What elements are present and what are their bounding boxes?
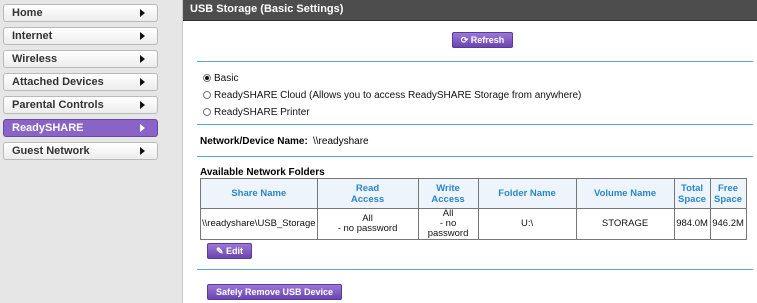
nav-item-label: Internet [12,30,53,42]
refresh-icon: ⟳ [460,35,469,45]
page-header: USB Storage (Basic Settings) [183,0,757,21]
chevron-right-icon [140,55,145,63]
nav-item-label: Guest Network [12,145,90,157]
safely-remove-usb-button[interactable]: Safely Remove USB Device [207,284,342,300]
divider [197,156,753,157]
column-header-write-access: Write Access [417,178,479,209]
device-name-label: Network/Device Name: [200,136,308,147]
nav-item-label: Parental Controls [12,99,104,111]
refresh-button[interactable]: ⟳ Refresh [452,32,513,48]
column-header-volume-name: Volume Name [575,178,675,209]
cell-folder-name: U:\ [477,208,577,240]
safely-remove-label: Safely Remove USB Device [215,287,334,297]
main-content: USB Storage (Basic Settings) ⟳ Refresh B… [183,0,757,303]
table-header-row: Share Name Read Access Write Access Folder… [200,178,747,209]
cell-free-space: 946.2M [709,208,747,240]
edit-button[interactable]: ✎ Edit [207,243,252,259]
radio-option-readyshare-cloud[interactable]: ReadySHARE Cloud (Allows you to access R… [203,90,581,101]
left-navigation: Home Internet Wireless Attached Devices … [0,0,183,303]
divider [197,124,753,125]
radio-label: Basic [214,73,239,84]
network-folders-table: Share Name Read Access Write Access Folder… [200,178,747,240]
nav-item-label: ReadySHARE [12,122,84,134]
radio-option-basic[interactable]: Basic [203,73,238,84]
pencil-icon: ✎ [215,246,224,256]
radio-button[interactable] [203,91,211,99]
column-header-share-name: Share Name [200,178,318,209]
folders-section-title: Available Network Folders [200,167,325,178]
cell-volume-name: STORAGE [575,208,675,240]
refresh-button-label: Refresh [470,35,505,45]
chevron-right-icon [140,101,145,109]
page-title: USB Storage (Basic Settings) [190,3,344,15]
edit-button-label: Edit [226,246,244,256]
cell-write-access: All - no password [417,208,479,240]
chevron-right-icon [140,78,145,86]
nav-item-label: Wireless [12,53,58,65]
cell-read-access: All - no password [316,208,419,240]
nav-item-label: Home [12,7,43,19]
divider [197,61,753,62]
chevron-right-icon [140,124,145,132]
column-header-read-access: Read Access [316,178,419,209]
nav-item-wireless[interactable]: Wireless [3,50,158,68]
radio-option-readyshare-printer[interactable]: ReadySHARE Printer [203,107,310,118]
nav-item-parental-controls[interactable]: Parental Controls [3,96,158,114]
nav-item-guest-network[interactable]: Guest Network [3,142,158,160]
radio-button[interactable] [203,74,211,82]
radio-label: ReadySHARE Cloud (Allows you to access R… [214,90,582,101]
nav-item-internet[interactable]: Internet [3,27,158,45]
cell-share-name: \\readyshare\USB_Storage [200,208,318,240]
nav-item-readyshare[interactable]: ReadySHARE [3,119,158,137]
table-row[interactable]: \\readyshare\USB_Storage All - no passwor… [200,208,747,240]
device-name-value: \\readyshare [313,136,369,147]
column-header-folder-name: Folder Name [477,178,577,209]
radio-button[interactable] [203,108,211,116]
cell-total-space: 984.0M [673,208,711,240]
nav-item-home[interactable]: Home [3,4,158,22]
nav-item-label: Attached Devices [12,76,104,88]
chevron-right-icon [140,32,145,40]
column-header-free-space: Free Space [709,178,747,209]
divider [197,269,753,270]
chevron-right-icon [140,147,145,155]
column-header-total-space: Total Space [673,178,711,209]
chevron-right-icon [140,9,145,17]
radio-label: ReadySHARE Printer [214,107,310,118]
nav-item-attached-devices[interactable]: Attached Devices [3,73,158,91]
